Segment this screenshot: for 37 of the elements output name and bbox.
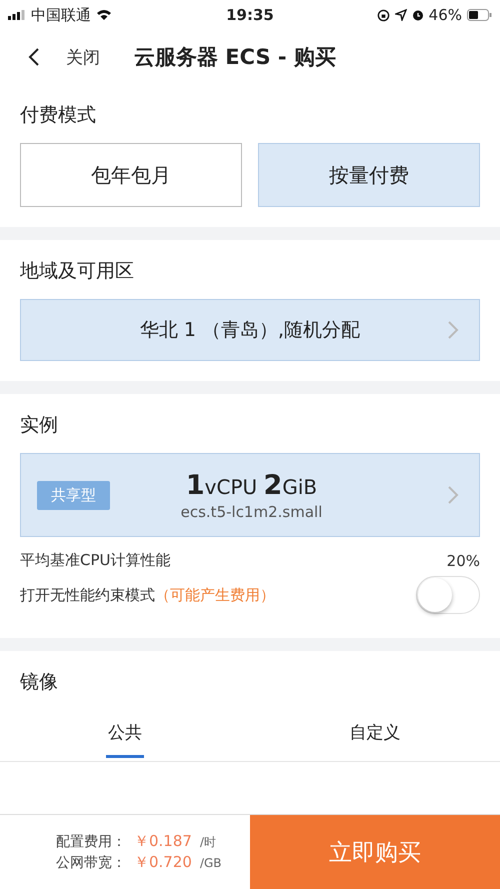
alarm-icon	[412, 9, 424, 21]
page-title: 云服务器 ECS - 购买	[134, 44, 336, 71]
price-label: 公网带宽：	[56, 854, 126, 873]
status-time: 19:35	[226, 6, 274, 24]
battery-icon	[467, 9, 492, 21]
section-title: 地域及可用区	[20, 259, 135, 284]
instance-spec: 1vCPU 2GiB	[186, 470, 318, 500]
chevron-icon	[447, 485, 459, 505]
wifi-icon	[96, 9, 112, 21]
instance-card[interactable]: 共享型 1vCPU 2GiB ecs.t5-lc1m2.small	[20, 453, 480, 537]
price-label: 配置费用：	[56, 833, 126, 852]
fee-note: （可能产生费用）	[155, 586, 275, 604]
rotation-lock-icon	[376, 8, 390, 22]
close-link[interactable]: 关闭	[66, 46, 100, 68]
chevron-icon	[447, 320, 459, 340]
unlimited-mode-label: 打开无性能约束模式	[20, 586, 155, 604]
battery-percent: 46%	[428, 6, 462, 24]
section-title: 付费模式	[20, 103, 97, 128]
instance-type: ecs.t5-lc1m2.small	[180, 502, 322, 520]
price-value: ￥0.187	[134, 831, 192, 851]
location-icon	[394, 9, 407, 21]
toggle-switch[interactable]	[416, 576, 480, 614]
price-unit: /时	[200, 834, 216, 851]
instance-tag: 共享型	[37, 480, 110, 510]
baseline-label: 平均基准CPU计算性能	[20, 551, 170, 570]
price-value: ￥0.720	[134, 852, 192, 872]
billing-option[interactable]: 包年包月	[20, 143, 242, 207]
back-icon[interactable]	[28, 47, 40, 67]
signal-icon	[8, 10, 26, 20]
billing-option[interactable]: 按量付费	[258, 143, 480, 207]
region-selector[interactable]: 华北 1 （青岛）,随机分配	[20, 299, 480, 361]
price-unit: /GB	[200, 855, 222, 872]
carrier-name: 中国联通	[31, 6, 91, 24]
section-title: 镜像	[20, 670, 59, 695]
section-title: 实例	[20, 413, 59, 438]
baseline-value: 20%	[446, 552, 480, 570]
image-tab[interactable]: 自定义	[250, 711, 500, 761]
